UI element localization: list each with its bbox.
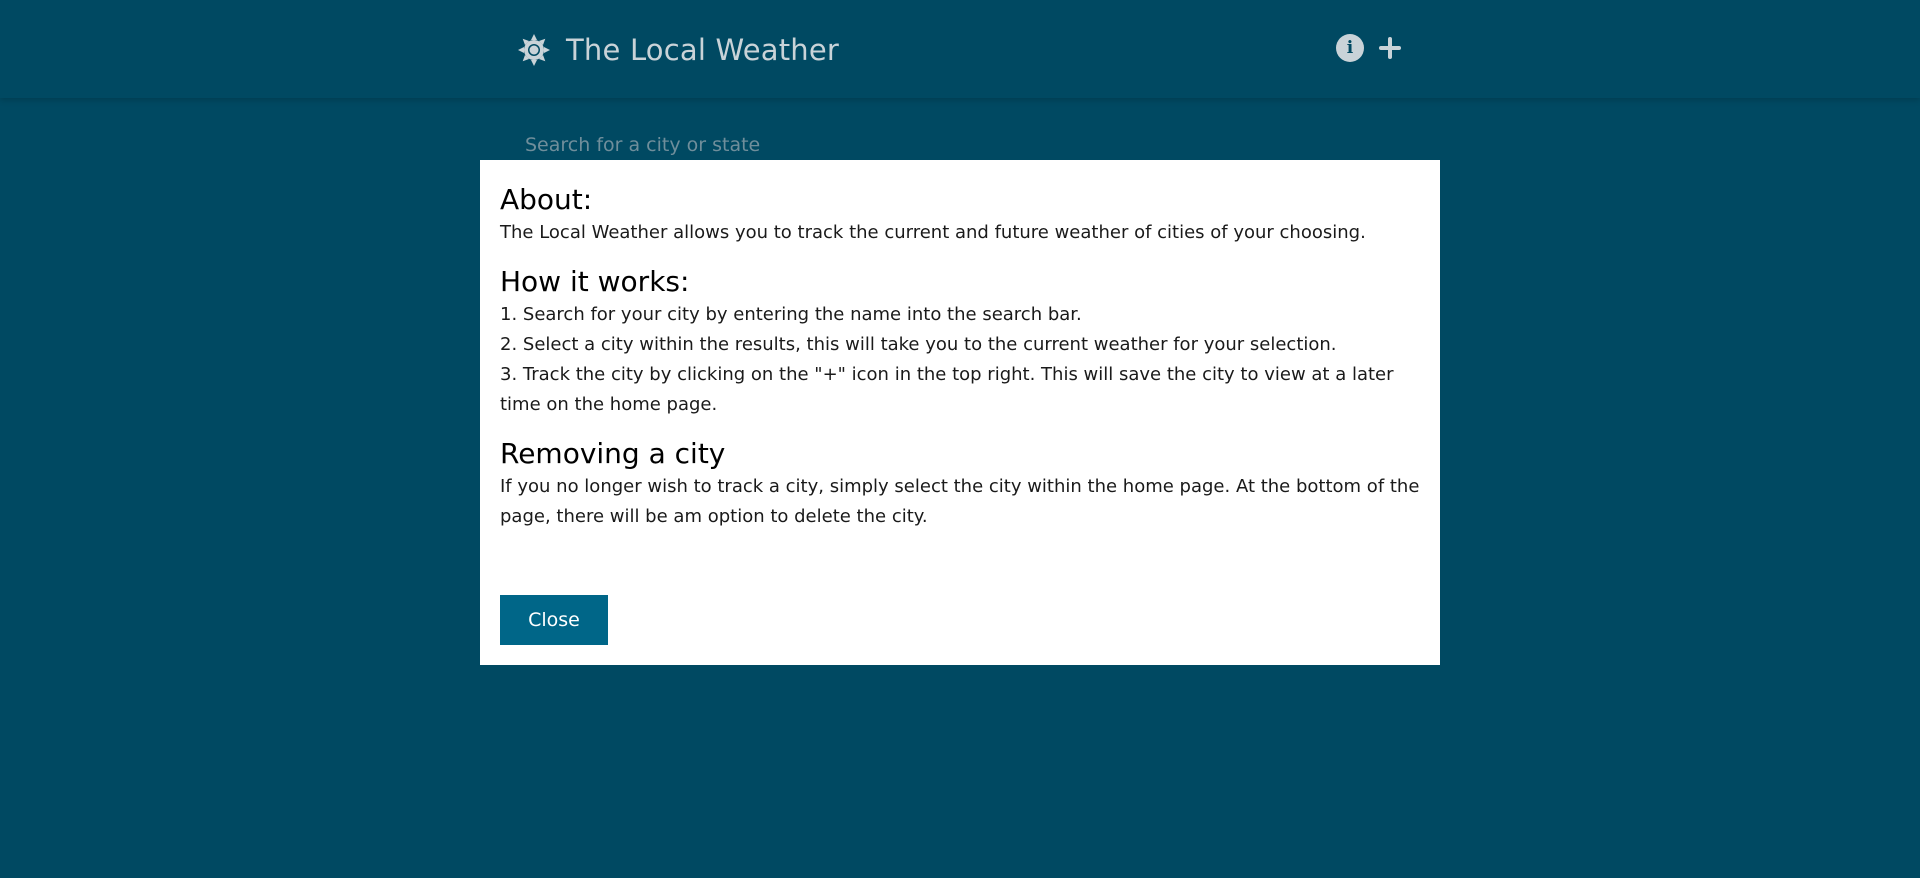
how-it-works-step-1: 1. Search for your city by entering the …	[500, 304, 1082, 325]
how-it-works-step-2: 2. Select a city within the results, thi…	[500, 334, 1337, 355]
app-header: The Local Weather i	[0, 0, 1920, 98]
about-text: The Local Weather allows you to track th…	[500, 222, 1366, 243]
section-heading-removing-a-city: Removing a city	[500, 437, 726, 470]
close-button[interactable]: Close	[500, 595, 608, 645]
app-title: The Local Weather	[566, 33, 840, 67]
sun-icon	[516, 32, 552, 68]
info-icon[interactable]: i	[1336, 34, 1364, 62]
search-input[interactable]	[515, 128, 1395, 162]
removing-a-city-text: If you no longer wish to track a city, s…	[500, 476, 1420, 527]
about-modal: About: The Local Weather allows you to t…	[480, 160, 1440, 665]
section-heading-about: About:	[500, 183, 593, 216]
section-heading-how-it-works: How it works:	[500, 265, 690, 298]
brand[interactable]: The Local Weather	[516, 30, 839, 70]
plus-icon[interactable]	[1376, 34, 1404, 62]
header-actions: i	[1336, 34, 1404, 62]
how-it-works-step-3: 3. Track the city by clicking on the "+"…	[500, 364, 1394, 415]
info-glyph: i	[1346, 38, 1354, 58]
